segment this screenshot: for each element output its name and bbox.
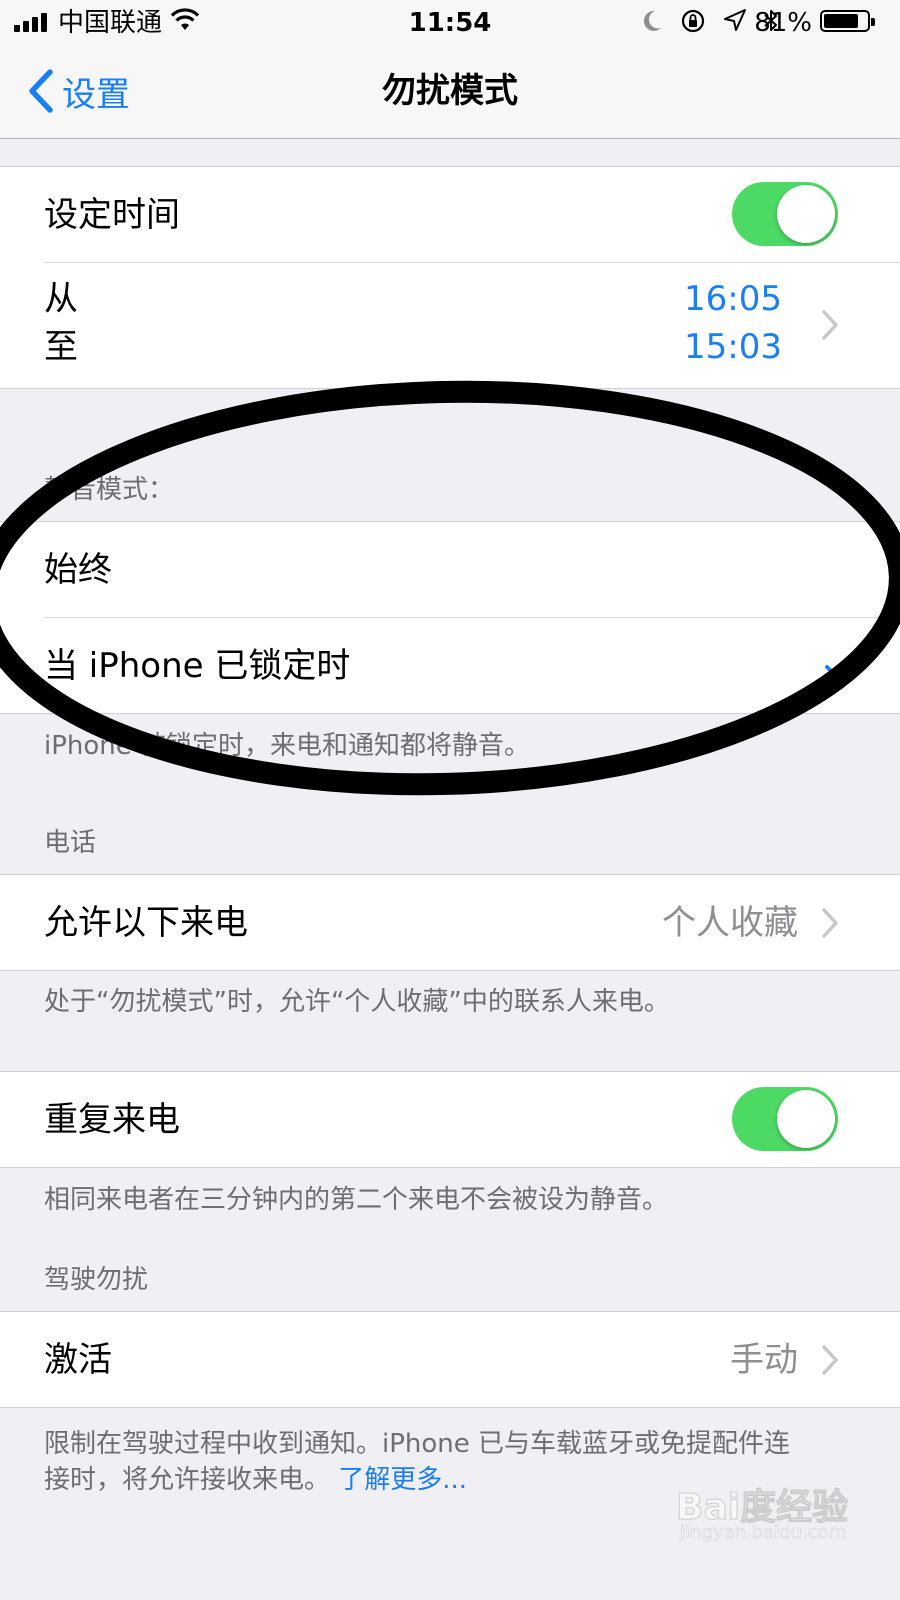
repeated-calls-toggle[interactable] (732, 1087, 838, 1151)
activate-label: 激活 (44, 1340, 112, 1380)
allow-calls-row[interactable]: 允许以下来电 个人收藏 (0, 875, 900, 971)
location-icon (723, 9, 746, 31)
silence-group: 始终 当 iPhone 已锁定时 (0, 521, 900, 714)
orientation-lock-icon (681, 9, 704, 33)
scheduled-label: 设定时间 (44, 195, 180, 235)
allow-calls-label: 允许以下来电 (44, 903, 248, 943)
driving-footer-line1: 限制在驾驶过程中收到通知。iPhone 已与车载蓝牙或免提配件连 (44, 1429, 791, 1459)
scheduled-row: 设定时间 (0, 167, 900, 263)
activate-value: 手动 (730, 1340, 798, 1380)
phone-header: 电话 (44, 828, 97, 858)
from-label: 从 (44, 279, 78, 319)
moon-icon (643, 10, 661, 31)
silence-option-label: 始终 (44, 550, 112, 590)
page-title: 勿扰模式 (382, 71, 518, 111)
silence-option-label: 当 iPhone 已锁定时 (44, 646, 351, 686)
driving-footer-line2: 接时，将允许接收来电。 (44, 1465, 331, 1495)
silence-option-locked[interactable]: 当 iPhone 已锁定时 (0, 618, 900, 714)
schedule-time-row[interactable]: 从 至 16:05 15:03 (0, 263, 900, 388)
repeated-calls-label: 重复来电 (44, 1100, 180, 1140)
driving-header: 驾驶勿扰 (44, 1265, 149, 1295)
baidu-watermark: Bai度经验 jingyan.baidu.com (675, 1474, 876, 1554)
learn-more-link[interactable]: 了解更多... (338, 1465, 467, 1495)
navigation-bar: 设置 勿扰模式 (0, 46, 900, 139)
battery-percentage: 81% (754, 8, 812, 38)
to-label: 至 (44, 327, 78, 367)
repeated-calls-row: 重复来电 (0, 1072, 900, 1168)
chevron-right-icon (822, 310, 838, 340)
allow-calls-value: 个人收藏 (662, 903, 798, 943)
to-time: 15:03 (684, 327, 782, 367)
allow-calls-footer: 处于“勿扰模式”时，允许“个人收藏”中的联系人来电。 (44, 987, 670, 1017)
silence-footer: iPhone 被锁定时，来电和通知都将静音。 (44, 731, 531, 761)
repeated-calls-group: 重复来电 (0, 1071, 900, 1168)
activate-row[interactable]: 激活 手动 (0, 1312, 900, 1408)
battery-icon (820, 10, 875, 32)
watermark-url: jingyan.baidu.com (680, 1522, 847, 1544)
schedule-group: 设定时间 从 至 16:05 15:03 (0, 166, 900, 389)
allow-calls-group: 允许以下来电 个人收藏 (0, 874, 900, 971)
silence-option-always[interactable]: 始终 (0, 522, 900, 618)
chevron-right-icon (822, 1345, 838, 1375)
checkmark-icon (825, 655, 853, 677)
status-bar: 中国联通 11:54 81% (0, 0, 900, 46)
silence-header: 静音模式： (44, 475, 175, 505)
driving-group: 激活 手动 (0, 1311, 900, 1408)
chevron-right-icon (822, 908, 838, 938)
from-time: 16:05 (684, 279, 782, 319)
scheduled-toggle[interactable] (732, 182, 838, 246)
repeated-calls-footer: 相同来电者在三分钟内的第二个来电不会被设为静音。 (44, 1185, 669, 1215)
